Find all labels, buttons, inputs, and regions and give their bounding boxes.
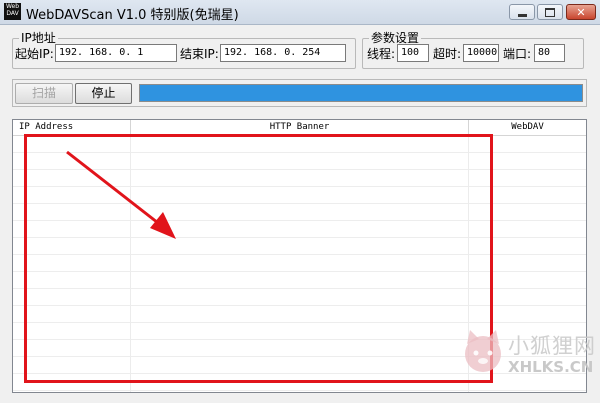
fox-logo-icon <box>465 330 501 372</box>
watermark-text-cn: 小狐狸网 <box>508 334 596 358</box>
watermark: 小狐狸网 XHLKS.CN <box>460 324 600 402</box>
app-window: Web DAV WebDAVScan V1.0 特别版(免瑞星) ✕ IP地址 起… <box>0 0 600 403</box>
watermark-text-en: XHLKS.CN <box>508 358 594 376</box>
